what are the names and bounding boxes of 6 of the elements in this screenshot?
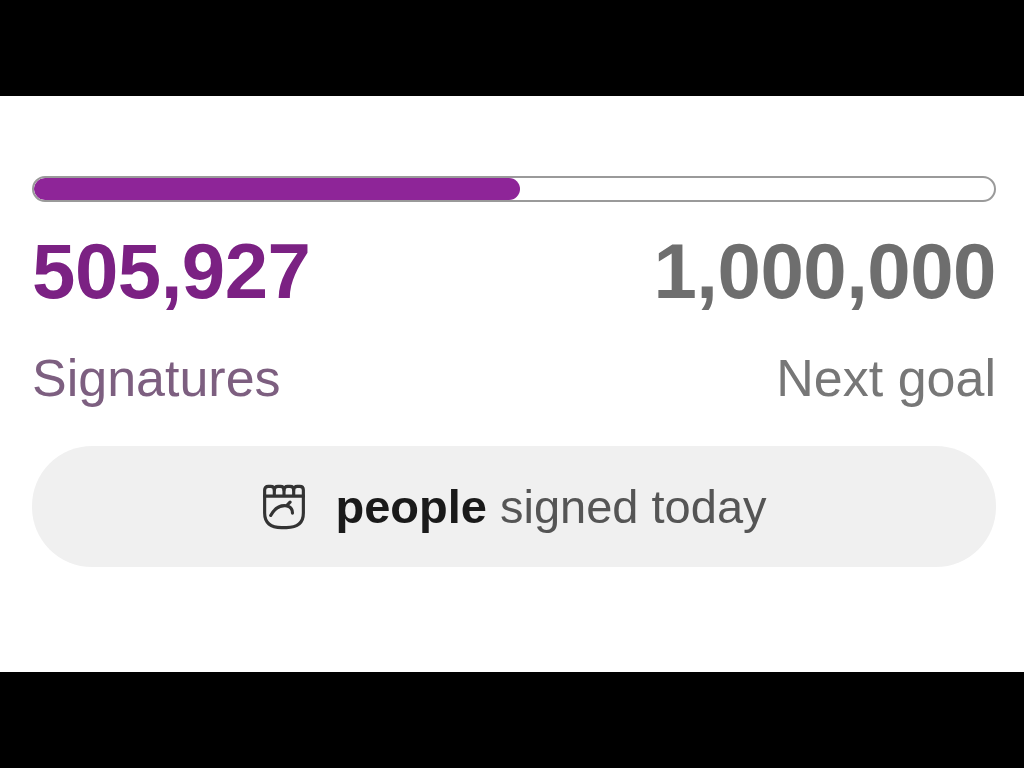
signature-count: 505,927	[32, 232, 311, 310]
goal-label: Next goal	[776, 350, 996, 408]
signed-today-text: people signed today	[335, 479, 767, 535]
goal-count: 1,000,000	[653, 232, 996, 310]
fist-icon	[261, 483, 308, 530]
signatures-label: Signatures	[32, 350, 282, 408]
